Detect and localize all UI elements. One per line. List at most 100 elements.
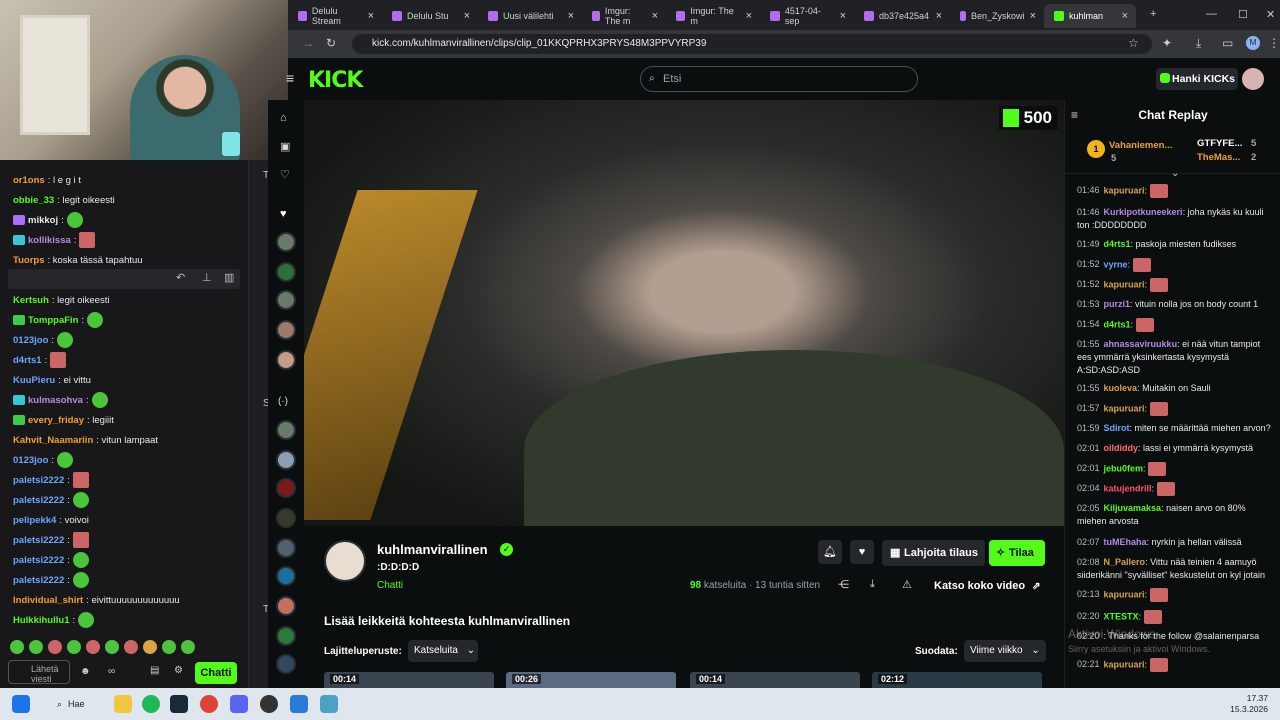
browser-tab[interactable]: 4517-04-sep × <box>760 4 854 28</box>
message-username[interactable]: kapuruari <box>1104 279 1145 289</box>
watch-full-video-button[interactable]: Katso koko video ⇗ <box>928 574 1044 598</box>
expand-gifters-icon[interactable]: ⌄ <box>1171 168 1179 179</box>
close-tab-icon[interactable]: × <box>840 10 846 22</box>
user-avatar[interactable] <box>1242 68 1264 90</box>
message-username[interactable]: kapuruari <box>1104 403 1145 413</box>
favorites-heart-icon[interactable]: ♥ <box>280 208 287 220</box>
extensions-icon[interactable]: ✦ <box>1162 36 1172 50</box>
emote-icon[interactable] <box>86 640 100 654</box>
get-kicks-button[interactable]: Hanki KICKs <box>1156 68 1238 90</box>
gifter-name[interactable]: Vahaniemen... <box>1109 140 1172 151</box>
reload-icon[interactable]: ↻ <box>326 36 336 50</box>
message-username[interactable]: kapuruari <box>1104 185 1145 195</box>
chat-message[interactable]: kollikissa: <box>13 232 96 248</box>
chat-message[interactable]: paletsi2222: <box>13 532 89 548</box>
replay-message[interactable]: 02:07 tuMEhaha: nyrkin ja hellan välissä <box>1077 536 1277 549</box>
replay-message[interactable]: 01:57 kapuruari: <box>1077 402 1277 416</box>
chat-username[interactable]: d4rts1 <box>13 355 42 366</box>
chat-message[interactable]: pelipekk4: voivoi <box>13 512 89 528</box>
chat-username[interactable]: Kahvit_Naamariin <box>13 435 93 446</box>
browser-tab[interactable]: Ben_Zyskowi × <box>950 4 1044 28</box>
maximize-icon[interactable]: ☐ <box>1238 8 1248 21</box>
replay-message[interactable]: 02:05 Kiljuvamaksa: naisen arvo on 80% mi… <box>1077 502 1277 528</box>
notification-bell-button[interactable]: 🔔︎ <box>818 540 842 564</box>
chat-message[interactable]: Kertsuh: legit oikeesti <box>13 292 109 308</box>
chat-username[interactable]: 0123joo <box>13 455 48 466</box>
report-icon[interactable]: ⚠ <box>902 578 912 591</box>
replay-message[interactable]: 02:01 oildiddy: lassi ei ymmärrä kysymyst… <box>1077 442 1277 455</box>
replay-message[interactable]: 01:52 vyrne: <box>1077 258 1277 272</box>
forward-icon[interactable]: → <box>302 36 314 50</box>
app-icon[interactable] <box>320 695 338 713</box>
chat-username[interactable]: paletsi2222 <box>13 575 64 586</box>
message-username[interactable]: d4rts1 <box>1104 319 1131 329</box>
chat-message[interactable]: obbie_33: legit oikeesti <box>13 192 115 208</box>
minimize-icon[interactable]: — <box>1206 8 1217 20</box>
hamburger-icon[interactable]: ≡ <box>286 70 294 86</box>
chat-message[interactable]: Kahvit_Naamariin: vitun lampaat <box>13 432 158 448</box>
discord-icon[interactable] <box>230 695 248 713</box>
message-username[interactable]: purzi1 <box>1104 299 1131 309</box>
chat-message[interactable]: every_friday: legiiit <box>13 412 114 428</box>
chat-message[interactable]: TomppaFin: <box>13 312 104 328</box>
bookmark-star-icon[interactable]: ☆ <box>1128 36 1139 50</box>
message-username[interactable]: d4rts1 <box>1104 239 1131 249</box>
settings-icon[interactable]: ⚙ <box>174 665 183 676</box>
message-username[interactable]: tuMEhaha <box>1104 537 1147 547</box>
gifter-name[interactable]: TheMas... <box>1197 152 1240 163</box>
chat-message[interactable]: paletsi2222: <box>13 552 89 568</box>
chrome-icon[interactable] <box>200 695 218 713</box>
chat-message[interactable]: Hulkkihullu1: <box>13 612 95 628</box>
replay-message[interactable]: 02:04 katujendrill: <box>1077 482 1277 496</box>
chat-username[interactable]: TomppaFin <box>28 315 78 326</box>
chat-message[interactable]: 0123joo: <box>13 452 74 468</box>
emote-icon[interactable] <box>105 640 119 654</box>
channel-name[interactable]: kuhlmanvirallinen <box>377 542 488 557</box>
channel-avatar[interactable] <box>276 350 296 370</box>
chat-username[interactable]: Tuorps <box>13 255 45 266</box>
sort-select[interactable]: Katseluita ⌄ <box>408 640 478 662</box>
emote-icon[interactable] <box>29 640 43 654</box>
chat-message[interactable]: 0123joo: <box>13 332 74 348</box>
emoji-icon[interactable]: ☻ <box>80 666 91 677</box>
channel-avatar[interactable] <box>276 478 296 498</box>
share-icon[interactable]: ⋲ <box>838 578 849 591</box>
message-username[interactable]: kapuruari <box>1104 589 1145 599</box>
chat-message[interactable]: paletsi2222: <box>13 472 89 488</box>
close-tab-icon[interactable]: × <box>1030 10 1036 22</box>
subscribe-button[interactable]: ✧ Tilaa <box>989 540 1045 566</box>
replay-message[interactable]: 01:59 Sdirot: miten se määrittää miehen a… <box>1077 422 1277 435</box>
emote-icon[interactable] <box>67 640 81 654</box>
reply-icon[interactable]: ↶ <box>176 271 185 284</box>
chat-username[interactable]: kulmasohva <box>28 395 83 406</box>
browser-tab[interactable]: kuhlman × <box>1044 4 1136 28</box>
gift-icon[interactable]: ▤ <box>150 665 159 676</box>
recommended-icon[interactable]: (·) <box>278 396 288 407</box>
chat-username[interactable]: paletsi2222 <box>13 555 64 566</box>
chat-message[interactable]: Individual_shirt: eivittuuuuuuuuuuuuu <box>13 592 180 608</box>
emote-icon[interactable] <box>124 640 138 654</box>
browser-tab[interactable]: Imgur: The m × <box>582 4 666 28</box>
category-link[interactable]: Chatti <box>377 580 403 591</box>
emote-icon[interactable] <box>10 640 24 654</box>
chat-username[interactable]: every_friday <box>28 415 84 426</box>
pin-icon[interactable]: ⊥ <box>202 271 212 284</box>
chat-username[interactable]: paletsi2222 <box>13 535 64 546</box>
replay-message[interactable]: 02:20 XTESTX: <box>1077 610 1277 624</box>
chat-username[interactable]: 0123joo <box>13 335 48 346</box>
channel-avatar[interactable] <box>276 420 296 440</box>
close-tab-icon[interactable]: × <box>652 10 658 22</box>
browser-tab[interactable]: Delulu Stream × <box>288 4 382 28</box>
channel-avatar[interactable] <box>276 320 296 340</box>
gifter-name[interactable]: GTFYFE... <box>1197 138 1242 149</box>
gift-sub-button[interactable]: ▦ Lahjoita tilaus <box>882 540 985 566</box>
message-username[interactable]: katujendrill <box>1104 483 1152 493</box>
chat-message[interactable]: paletsi2222: <box>13 572 89 588</box>
chat-message[interactable]: d4rts1: <box>13 352 67 368</box>
replay-message[interactable]: 01:55 kuoleva: Muitakin on Sauli <box>1077 382 1277 395</box>
taskbar-search[interactable]: ⌕ Hae <box>50 694 102 714</box>
download-icon[interactable]: ⤓ <box>1196 36 1201 51</box>
chat-username[interactable]: Kertsuh <box>13 295 49 306</box>
search-input[interactable]: ⌕ Etsi <box>640 66 918 92</box>
notepad-icon[interactable] <box>290 695 308 713</box>
